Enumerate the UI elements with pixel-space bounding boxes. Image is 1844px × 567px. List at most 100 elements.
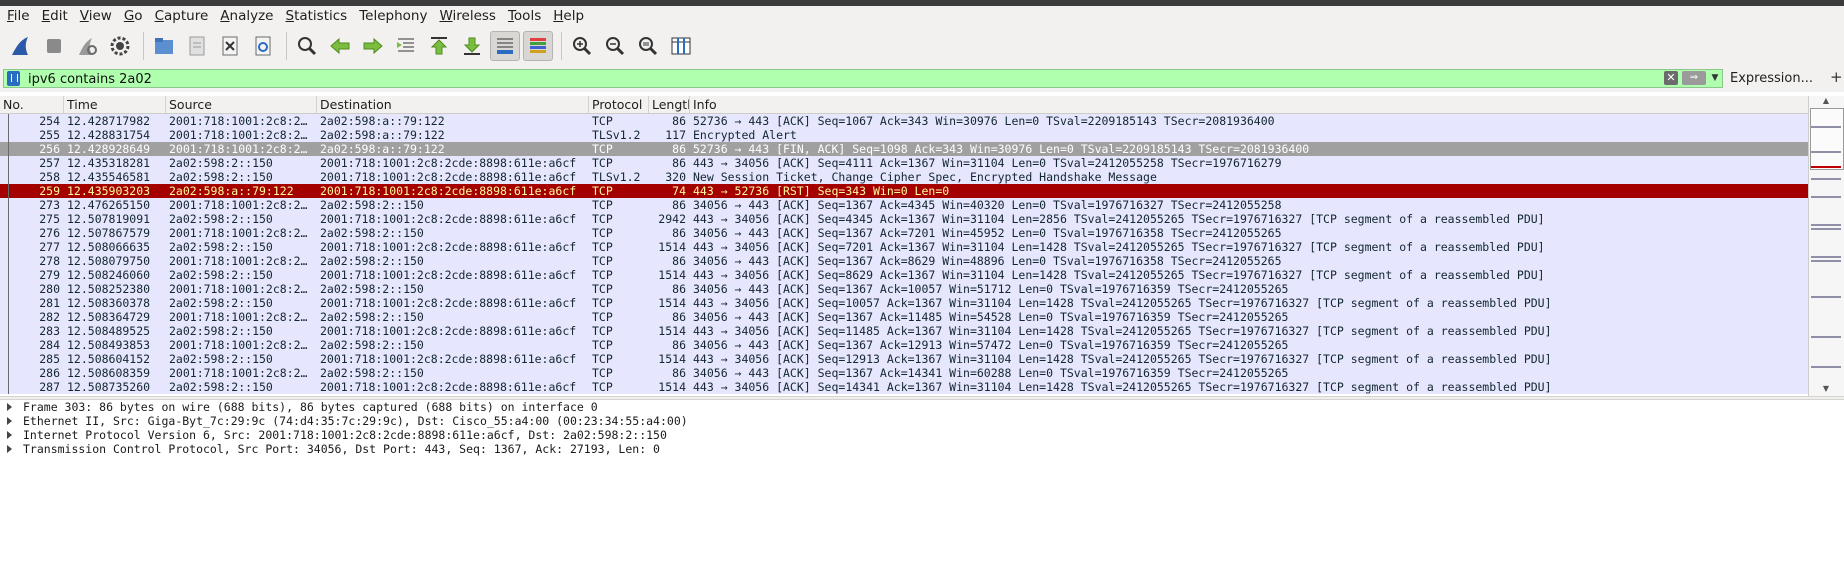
restart-capture-icon[interactable] [72,31,102,61]
shark-fin-start-icon[interactable] [6,31,36,61]
go-back-icon[interactable] [325,31,355,61]
last-packet-icon[interactable] [457,31,487,61]
minimap-slider[interactable] [1810,108,1844,170]
column-header-destination[interactable]: Destination [317,96,589,113]
find-packet-icon[interactable] [292,31,322,61]
cell-time: 12.508608359 [67,366,151,380]
menu-telephony[interactable]: Telephony [355,8,432,24]
filter-bookmark-icon[interactable] [7,71,20,86]
cell-src: 2a02:598:2::150 [169,240,273,254]
packet-row[interactable]: 276 12.507867579 2001:718:1001:2c8:2… 2a02:… [0,226,1808,240]
packet-row[interactable]: 281 12.508360378 2a02:598:2::150 2001:718:1… [0,296,1808,310]
column-header-source[interactable]: Source [166,96,317,113]
cell-proto: TCP [592,142,613,156]
zoom-out-icon[interactable] [600,31,630,61]
column-header-no[interactable]: No. [0,96,64,113]
clear-filter-icon[interactable]: ✕ [1664,71,1678,85]
packet-row[interactable]: 286 12.508608359 2001:718:1001:2c8:2… 2a02:… [0,366,1808,380]
filter-history-dropdown-icon[interactable]: ▼ [1710,71,1720,85]
cell-proto: TCP [592,296,613,310]
cell-info: 34056 → 443 [ACK] Seq=1367 Ack=14341 Win… [693,366,1289,380]
close-file-icon[interactable] [215,31,245,61]
packet-row[interactable]: 259 12.435903203 2a02:598:a::79:122 2001:71… [0,184,1808,198]
menu-edit[interactable]: Edit [38,8,73,24]
cell-time: 12.435546581 [67,170,151,184]
packet-row[interactable]: 255 12.428831754 2001:718:1001:2c8:2… 2a02:… [0,128,1808,142]
menu-mnemonic: E [41,8,51,24]
detail-tree-item[interactable]: Transmission Control Protocol, Src Port:… [0,442,1844,456]
packet-row[interactable]: 277 12.508066635 2a02:598:2::150 2001:718:1… [0,240,1808,254]
apply-filter-icon[interactable]: ⇒ [1682,71,1706,85]
cell-dst: 2a02:598:2::150 [320,226,424,240]
menu-tools[interactable]: Tools [504,8,546,24]
open-file-icon[interactable] [149,31,179,61]
packet-row[interactable]: 254 12.428717982 2001:718:1001:2c8:2… 2a02:… [0,114,1808,128]
detail-tree-item[interactable]: Frame 303: 86 bytes on wire (688 bits), … [0,400,1844,414]
main-toolbar [0,26,1844,66]
packet-row[interactable]: 258 12.435546581 2a02:598:2::150 2001:718:1… [0,170,1808,184]
menu-analyze[interactable]: Analyze [216,8,278,24]
cell-proto: TCP [592,380,613,394]
expand-arrow-icon[interactable] [7,431,12,439]
column-header-info[interactable]: Info [690,96,1808,113]
packet-row[interactable]: 284 12.508493853 2001:718:1001:2c8:2… 2a02:… [0,338,1808,352]
expand-arrow-icon[interactable] [7,417,12,425]
packet-row[interactable]: 279 12.508246060 2a02:598:2::150 2001:718:1… [0,268,1808,282]
menu-go[interactable]: Go [120,8,148,24]
cell-proto: TCP [592,310,613,324]
packet-row[interactable]: 278 12.508079750 2001:718:1001:2c8:2… 2a02:… [0,254,1808,268]
go-to-packet-icon[interactable] [391,31,421,61]
display-filter-input[interactable] [26,70,1630,89]
column-header-protocol[interactable]: Protocol [589,96,649,113]
detail-tree-item[interactable]: Ethernet II, Src: Giga-Byt_7c:29:9c (74:… [0,414,1844,428]
packet-row[interactable]: 256 12.428928649 2001:718:1001:2c8:2… 2a02:… [0,142,1808,156]
menu-wireless[interactable]: Wireless [435,8,501,24]
menu-label: iew [88,8,112,24]
menu-view[interactable]: View [76,8,117,24]
cell-proto: TCP [592,114,613,128]
menu-help[interactable]: Help [549,8,589,24]
menu-statistics[interactable]: Statistics [281,8,352,24]
minimap-mark [1811,336,1841,338]
cell-dst: 2a02:598:a::79:122 [320,128,445,142]
packet-row[interactable]: 282 12.508364729 2001:718:1001:2c8:2… 2a02:… [0,310,1808,324]
expression-button[interactable]: Expression... [1730,71,1813,86]
packet-row[interactable]: 257 12.435318281 2a02:598:2::150 2001:718:1… [0,156,1808,170]
zoom-normal-icon[interactable] [633,31,663,61]
stop-capture-icon[interactable] [39,31,69,61]
first-packet-icon[interactable] [424,31,454,61]
cell-len: 1514 [658,296,686,310]
cell-time: 12.428831754 [67,128,151,142]
save-file-icon[interactable] [182,31,212,61]
add-filter-button[interactable]: + [1830,68,1843,86]
colorize-icon[interactable] [523,31,553,61]
minimap-mark [1811,178,1841,180]
cell-proto: TCP [592,268,613,282]
packet-row[interactable]: 280 12.508252380 2001:718:1001:2c8:2… 2a02:… [0,282,1808,296]
cell-info: 443 → 34056 [ACK] Seq=8629 Ack=1367 Win=… [693,268,1545,282]
expand-arrow-icon[interactable] [7,403,12,411]
resize-columns-icon[interactable] [666,31,696,61]
scroll-up-icon[interactable]: ▲ [1811,96,1841,106]
cell-time: 12.508066635 [67,240,151,254]
packet-row[interactable]: 273 12.476265150 2001:718:1001:2c8:2… 2a02:… [0,198,1808,212]
column-header-length[interactable]: Length [649,96,690,113]
packet-row[interactable]: 283 12.508489525 2a02:598:2::150 2001:718:1… [0,324,1808,338]
go-forward-icon[interactable] [358,31,388,61]
column-header-time[interactable]: Time [64,96,166,113]
zoom-in-icon[interactable] [567,31,597,61]
packet-row[interactable]: 287 12.508735260 2a02:598:2::150 2001:718:1… [0,380,1808,394]
capture-options-icon[interactable] [105,31,135,61]
cell-src: 2001:718:1001:2c8:2… [169,198,308,212]
scroll-down-icon[interactable]: ▼ [1811,384,1841,394]
autoscroll-icon[interactable] [490,31,520,61]
expand-arrow-icon[interactable] [7,445,12,453]
packet-row[interactable]: 275 12.507819091 2a02:598:2::150 2001:718:1… [0,212,1808,226]
menu-capture[interactable]: Capture [151,8,214,24]
reload-file-icon[interactable] [248,31,278,61]
packet-row[interactable]: 285 12.508604152 2a02:598:2::150 2001:718:1… [0,352,1808,366]
menu-file[interactable]: File [3,8,35,24]
cell-len: 86 [672,156,686,170]
detail-tree-item[interactable]: Internet Protocol Version 6, Src: 2001:7… [0,428,1844,442]
packet-minimap-scrollbar[interactable]: ▲ ▼ [1808,96,1844,396]
